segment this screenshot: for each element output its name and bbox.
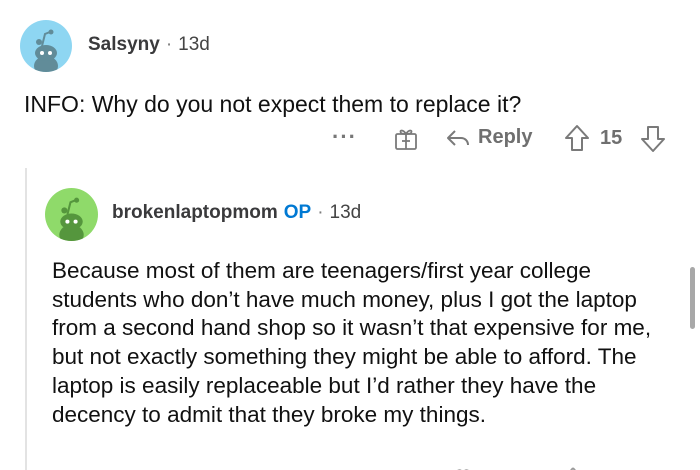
reply-meta: brokenlaptopmom OP · 13d	[112, 202, 361, 224]
timestamp: 13d	[178, 34, 210, 55]
scrollbar-thumb[interactable]	[690, 267, 695, 329]
username[interactable]: Salsyny	[88, 34, 160, 55]
more-options-icon[interactable]: ···	[332, 124, 357, 150]
upvote-icon[interactable]	[566, 462, 580, 470]
reply-button[interactable]: Reply	[446, 126, 532, 149]
reply-label: Reply	[478, 126, 533, 148]
comment-thread: Salsyny · 13d INFO: Why do you not expect …	[0, 0, 700, 470]
snoo-avatar-icon	[59, 197, 84, 241]
reply-body: Because most of them are teenagers/first…	[52, 258, 652, 427]
comment-meta: Salsyny · 13d	[88, 34, 210, 56]
snoo-avatar-icon	[34, 29, 58, 72]
reply-username[interactable]: brokenlaptopmom	[112, 202, 278, 223]
thread-indent-line[interactable]	[25, 168, 27, 470]
award-icon[interactable]	[452, 462, 474, 470]
upvote-icon[interactable]	[564, 124, 590, 152]
meta-separator: ·	[317, 202, 324, 223]
meta-separator: ·	[165, 34, 173, 55]
reply-user-avatar[interactable]	[45, 188, 98, 241]
award-icon[interactable]	[393, 125, 419, 151]
comment-body: INFO: Why do you not expect them to repl…	[24, 91, 522, 117]
reply-arrow-icon	[447, 129, 469, 146]
user-avatar[interactable]	[20, 20, 72, 72]
comment-actions: ··· Reply 15	[0, 122, 700, 156]
downvote-icon[interactable]	[640, 125, 666, 153]
downvote-icon[interactable]	[648, 462, 662, 470]
vote-score: 15	[600, 127, 623, 149]
op-badge: OP	[283, 202, 312, 223]
reply-timestamp: 13d	[329, 202, 362, 223]
